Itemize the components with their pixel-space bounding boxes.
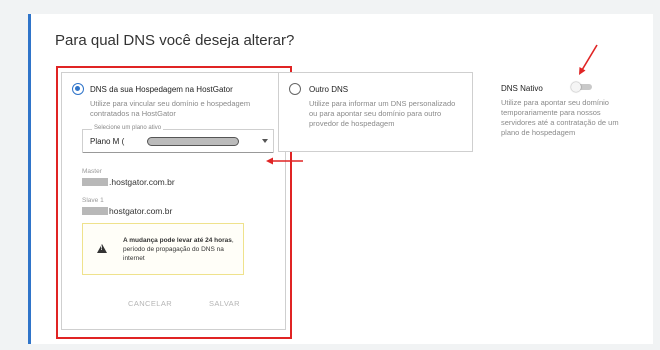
hostgator-dns-radio[interactable]	[72, 83, 84, 95]
other-dns-card[interactable]: Outro DNS Utilize para informar um DNS p…	[278, 72, 473, 152]
other-dns-title: Outro DNS	[309, 85, 349, 94]
plan-select-legend: Selecione um plano ativo	[92, 125, 164, 131]
hostgator-dns-card[interactable]: DNS da sua Hospedagem na HostGator Utili…	[61, 72, 286, 330]
redacted-master-host	[82, 178, 108, 186]
native-dns-description: Utilize para apontar seu domínio tempora…	[501, 98, 619, 137]
warning-bold: A mudança pode levar até 24 horas	[123, 237, 232, 244]
save-button[interactable]: SALVAR	[209, 299, 240, 308]
warning-text: A mudança pode levar até 24 horas, perío…	[123, 236, 241, 263]
slave-label: Slave 1	[82, 197, 104, 204]
page-title: Para qual DNS você deseja alterar?	[55, 32, 295, 49]
left-arrow-icon	[266, 157, 303, 165]
native-dns-toggle[interactable]	[571, 82, 593, 92]
other-dns-description: Utilize para informar um DNS personaliza…	[309, 99, 456, 128]
other-dns-radio[interactable]	[289, 83, 301, 95]
toggle-knob	[571, 82, 581, 92]
propagation-warning: A mudança pode levar até 24 horas, perío…	[82, 223, 244, 275]
slave-value: hostgator.com.br	[109, 206, 173, 216]
slave-value-row: hostgator.com.br	[82, 206, 172, 216]
plan-select[interactable]: Selecione um plano ativo Plano M (	[82, 125, 274, 153]
master-value: .hostgator.com.br	[109, 177, 175, 187]
chevron-down-icon	[262, 139, 268, 143]
down-left-arrow-icon	[579, 44, 598, 75]
master-value-row: .hostgator.com.br	[82, 177, 175, 187]
master-label: Master	[82, 168, 102, 175]
native-dns-title: DNS Nativo	[501, 84, 543, 93]
redacted-slave-host	[82, 207, 108, 215]
dns-settings-panel: Para qual DNS você deseja alterar? DNS d…	[28, 14, 653, 344]
warning-icon	[97, 244, 107, 253]
plan-select-value: Plano M (	[90, 137, 125, 146]
hostgator-dns-title: DNS da sua Hospedagem na HostGator	[90, 85, 233, 94]
hostgator-dns-description: Utilize para vincular seu domínio e hosp…	[90, 99, 251, 118]
cancel-button[interactable]: CANCELAR	[128, 299, 172, 308]
redacted-plan-name	[147, 137, 239, 146]
